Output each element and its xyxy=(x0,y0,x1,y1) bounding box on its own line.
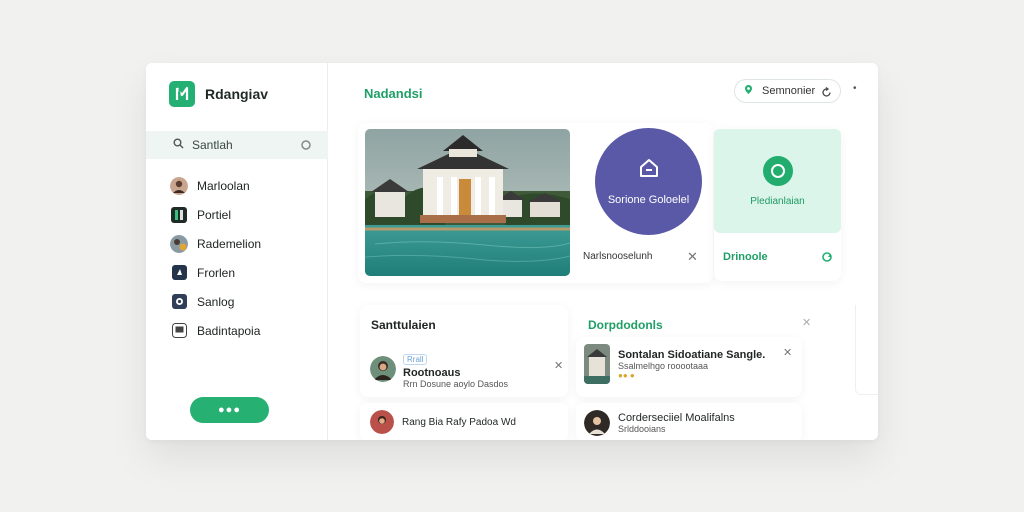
thumbnail xyxy=(584,344,610,384)
close-icon[interactable]: ✕ xyxy=(802,318,811,329)
sidebar-item-label: Frorlen xyxy=(197,265,236,280)
list-item-title: Rang Bia Rafy Padoa Wd xyxy=(402,416,516,428)
file-icon xyxy=(170,264,188,282)
sidebar-item-label: Sanlog xyxy=(197,294,235,309)
close-icon[interactable]: ✕ xyxy=(554,361,563,372)
list-item-title: Rootnoaus xyxy=(403,367,461,379)
archive-icon xyxy=(170,322,188,340)
log-icon xyxy=(170,293,188,311)
check-circle-icon xyxy=(762,155,793,186)
sidebar-item-label: Marloolan xyxy=(197,178,250,193)
brand-logo-icon xyxy=(169,81,195,107)
sidebar-item-label: Badintapoia xyxy=(197,323,261,338)
section-title-left: Santtulaien xyxy=(371,318,436,332)
avatar-icon xyxy=(170,176,188,195)
brand-name: Rdangiav xyxy=(205,86,269,102)
sidebar-item-sanlog[interactable]: Sanlog xyxy=(170,287,261,316)
sidebar-item-rademelion[interactable]: Rademelion xyxy=(170,229,261,258)
sidebar-nav: Marloolan Portiel Rademelion Frorlen San… xyxy=(170,171,261,345)
brand[interactable]: Rdangiav xyxy=(169,81,268,107)
side-panel-edge xyxy=(855,305,878,395)
home-icon xyxy=(638,157,660,184)
list-item-title: Corderseciiel Moalifalns xyxy=(618,412,735,424)
top-action-label: Semnonier xyxy=(762,85,816,97)
list-item[interactable]: Corderseciiel Moalifalns Srlddooians xyxy=(584,410,735,436)
sidebar: Rdangiav Santlah Marloolan Portiel Radem… xyxy=(146,63,328,440)
sidebar-item-badintapoia[interactable]: Badintapoia xyxy=(170,316,261,345)
app-window: Rdangiav Santlah Marloolan Portiel Radem… xyxy=(146,63,878,440)
rating: ●● ● xyxy=(618,370,635,380)
sidebar-item-label: Portiel xyxy=(197,207,232,222)
section-title-right: Dorpdodonls xyxy=(588,318,663,332)
building-photo xyxy=(365,129,570,276)
top-action-button[interactable]: Semnonier xyxy=(734,79,841,103)
close-icon[interactable]: ✕ xyxy=(687,250,698,263)
feature-circle-caption: Sorione Goloelel xyxy=(607,194,690,206)
sidebar-item-frorlen[interactable]: Frorlen xyxy=(170,258,261,287)
portal-icon xyxy=(170,206,188,224)
sidebar-item-portiel[interactable]: Portiel xyxy=(170,200,261,229)
search-row[interactable]: Santlah xyxy=(146,131,328,159)
group-icon xyxy=(170,234,188,253)
page-title: Nadandsi xyxy=(364,86,423,101)
status-caption: Pledianlaian xyxy=(750,195,805,207)
list-item[interactable]: Rang Bia Rafy Padoa Wd xyxy=(370,410,516,434)
list-item[interactable]: Rrall Rootnoaus Rrn Dosune aoylo Dasdos xyxy=(370,349,508,389)
list-item-subtitle: Rrn Dosune aoylo Dasdos xyxy=(403,379,509,389)
refresh-icon xyxy=(821,85,832,103)
status-highlight[interactable]: Pledianlaian xyxy=(714,129,841,233)
more-icon[interactable]: • xyxy=(853,83,857,94)
feature-label: Narlsnooselunh xyxy=(583,251,653,262)
avatar xyxy=(370,356,396,382)
pin-icon xyxy=(743,82,754,100)
status-text: Drinoole xyxy=(723,251,768,263)
close-icon[interactable]: ✕ xyxy=(783,348,792,359)
list-item[interactable]: Sontalan Sidoatiane Sangle. Ssalmelhgo r… xyxy=(584,344,765,384)
sidebar-item-label: Rademelion xyxy=(197,236,262,251)
feature-circle[interactable]: Sorione Goloelel xyxy=(595,128,702,235)
list-item-subtitle: Srlddooians xyxy=(618,424,666,434)
sidebar-item-marloolan[interactable]: Marloolan xyxy=(170,171,261,200)
list-item-title: Sontalan Sidoatiane Sangle. xyxy=(618,348,766,361)
avatar xyxy=(370,410,394,434)
sync-icon[interactable] xyxy=(821,250,833,268)
list-item-subtitle: Ssalmelhgo rooootaaa xyxy=(618,360,709,371)
circle-icon[interactable] xyxy=(300,138,312,156)
search-label: Santlah xyxy=(192,138,233,152)
primary-action-button[interactable]: ●●● xyxy=(190,397,269,423)
search-icon xyxy=(173,136,184,154)
list-item-tag: Rrall xyxy=(403,354,428,365)
avatar xyxy=(584,410,610,436)
